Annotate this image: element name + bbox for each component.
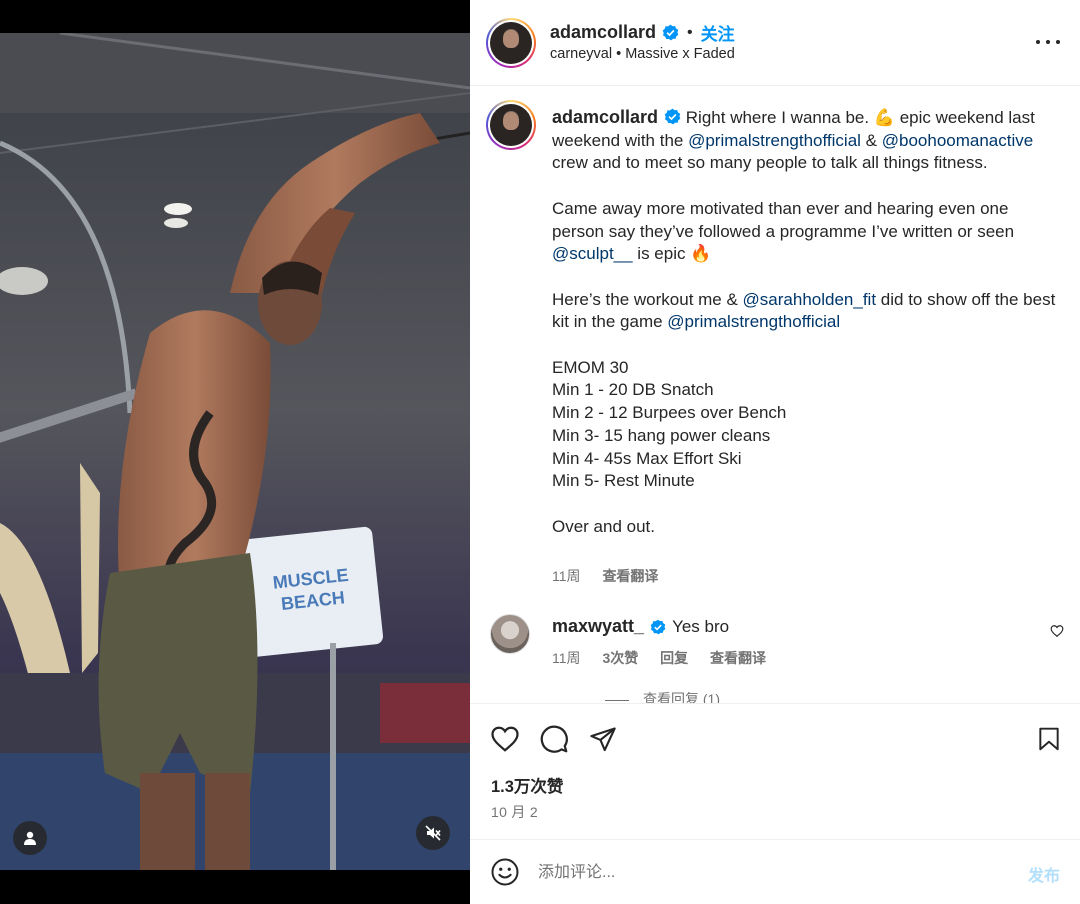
caption-translate-button[interactable]: 查看翻译: [602, 568, 658, 584]
post-media: MUSCLE BEACH: [0, 0, 470, 904]
more-options-button[interactable]: [1036, 32, 1060, 52]
caption-part: EMOM 30 Min 1 - 20 DB Snatch Min 2 - 12 …: [552, 357, 787, 536]
caption-part: &: [860, 130, 882, 150]
heart-icon: [491, 726, 519, 752]
comment-line: maxwyatt_ Yes bro: [552, 616, 729, 637]
header-subtitle[interactable]: carneyval • Massive x Faded: [550, 46, 735, 62]
more-icon: [1036, 40, 1040, 44]
mention-link[interactable]: @primalstrengthofficial: [688, 131, 861, 150]
bookmark-button[interactable]: [1032, 722, 1066, 756]
mention-link[interactable]: @boohoomanactive: [882, 131, 1033, 150]
post-photo[interactable]: MUSCLE BEACH: [0, 33, 470, 870]
comment-composer: 发布: [470, 839, 1080, 904]
mention-link[interactable]: @sculpt__: [552, 244, 633, 263]
user-tag-button[interactable]: [13, 821, 47, 855]
mute-button[interactable]: [416, 816, 450, 850]
emoji-icon: [491, 858, 519, 886]
post-date[interactable]: 10 月 2: [491, 802, 538, 822]
like-count[interactable]: 1.3万次赞: [491, 773, 563, 797]
comment-text: Yes bro: [672, 616, 730, 636]
user-tag-icon: [24, 831, 36, 845]
comment-like-button[interactable]: [1050, 624, 1064, 643]
view-replies-button[interactable]: 查看回复 (1): [605, 689, 720, 703]
comment-reply-button[interactable]: 回复: [660, 650, 688, 666]
comment-button[interactable]: [537, 722, 571, 756]
view-replies-label: 查看回复 (1): [643, 691, 720, 703]
post-header: adamcollard • 关注 carneyval • Massive x F…: [470, 0, 1080, 86]
verified-icon: [662, 24, 679, 41]
header-user-row: adamcollard • 关注: [550, 20, 735, 45]
like-button[interactable]: [488, 722, 522, 756]
caption-time[interactable]: 11周: [552, 568, 581, 584]
separator-dot: •: [687, 23, 693, 41]
mention-link[interactable]: @primalstrengthofficial: [667, 312, 840, 331]
comment-icon: [540, 725, 568, 753]
caption-avatar[interactable]: [486, 100, 536, 150]
verified-icon: [650, 619, 666, 634]
athlete-photo: MUSCLE BEACH: [0, 33, 470, 870]
author-username[interactable]: adamcollard: [550, 22, 656, 43]
comment-translate-button[interactable]: 查看翻译: [710, 650, 766, 666]
author-avatar[interactable]: [486, 18, 536, 68]
caption-username[interactable]: adamcollard: [552, 107, 658, 127]
comment-username[interactable]: maxwyatt_: [552, 616, 644, 637]
comment-meta: 11周 3次赞 回复 查看翻译: [552, 648, 784, 668]
comment-avatar[interactable]: [490, 614, 530, 654]
action-bar: 1.3万次赞 10 月 2: [470, 703, 1080, 839]
comment-input[interactable]: [538, 858, 978, 888]
mute-icon: [425, 825, 441, 841]
caption-text: adamcollard Right where I wanna be. 💪 ep…: [552, 106, 1062, 538]
emoji-button[interactable]: [490, 857, 520, 892]
heart-icon: [1050, 625, 1064, 638]
comments-section[interactable]: adamcollard Right where I wanna be. 💪 ep…: [470, 86, 1080, 703]
post-panel: adamcollard • 关注 carneyval • Massive x F…: [470, 0, 1080, 904]
share-icon: [590, 727, 616, 752]
bookmark-icon: [1039, 727, 1059, 751]
replies-divider: [605, 699, 629, 701]
post-comment-button[interactable]: 发布: [1028, 862, 1060, 886]
mention-link[interactable]: @sarahholden_fit: [743, 290, 877, 309]
comment-time[interactable]: 11周: [552, 650, 581, 666]
verified-icon: [664, 108, 681, 125]
comment-likes[interactable]: 3次赞: [602, 650, 638, 666]
share-button[interactable]: [586, 722, 620, 756]
caption-meta: 11周 查看翻译: [552, 566, 676, 586]
follow-button[interactable]: 关注: [701, 20, 735, 45]
